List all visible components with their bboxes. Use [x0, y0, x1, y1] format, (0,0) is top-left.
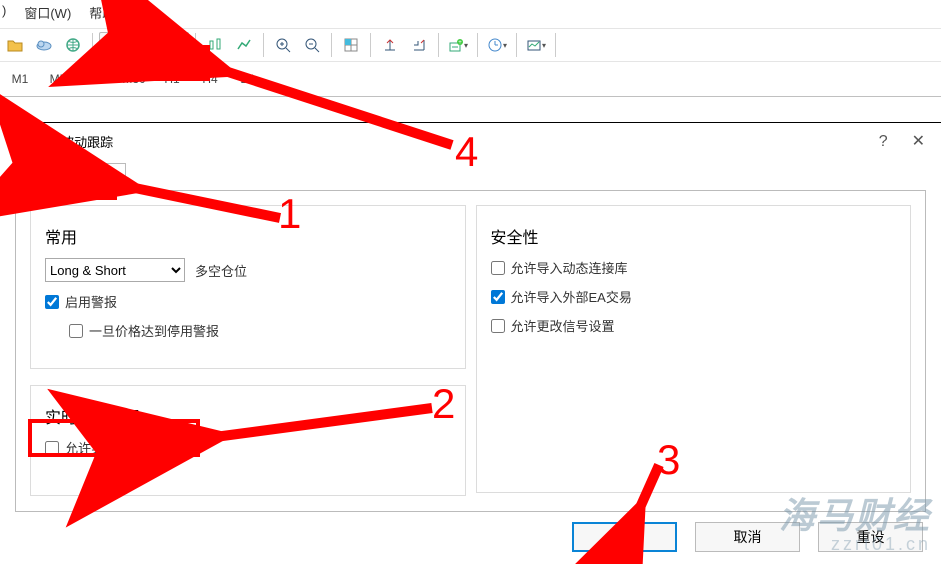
tf-d1[interactable]: D1	[230, 68, 266, 90]
tab-row: 关于 常用	[0, 160, 941, 190]
tab-general[interactable]: 常用	[70, 163, 126, 191]
allow-ext-ea-checkbox[interactable]: 允许导入外部EA交易	[491, 287, 632, 306]
menubar: ) 窗口(W) 帮助(H)	[0, 0, 941, 28]
tf-m15[interactable]: M15	[78, 68, 114, 90]
tf-h4[interactable]: H4	[192, 68, 228, 90]
ok-button[interactable]: 确定	[572, 522, 677, 552]
dialog-button-row: 确定 取消 重设	[572, 522, 923, 552]
cloud-icon[interactable]	[31, 32, 57, 58]
separator	[370, 33, 371, 57]
dialog-help-button[interactable]: ?	[879, 134, 888, 150]
menu-window[interactable]: 窗口(W)	[24, 3, 71, 22]
tf-m1[interactable]: M1	[2, 68, 38, 90]
shift-icon[interactable]	[377, 32, 403, 58]
separator	[438, 33, 439, 57]
combo-label: 多空仓位	[195, 261, 247, 280]
globe-icon[interactable]	[60, 32, 86, 58]
timeframe-bar: M1 M5 M15 M30 H1 H4 D1	[0, 62, 941, 97]
separator	[477, 33, 478, 57]
position-type-select[interactable]: Long & Short	[45, 258, 185, 282]
autotrade-stop-icon	[108, 37, 124, 53]
tf-h1[interactable]: H1	[154, 68, 190, 90]
right-column: 安全性 允许导入动态连接库 允许导入外部EA交易	[476, 205, 912, 497]
separator	[195, 33, 196, 57]
group-live-legend: 实时自动交易	[45, 410, 141, 427]
folder-icon[interactable]	[2, 32, 28, 58]
zoom-in-icon[interactable]	[270, 32, 296, 58]
zoom-out-icon[interactable]	[299, 32, 325, 58]
disable-alert-once-checkbox[interactable]: 一旦价格达到停用警报	[69, 321, 219, 340]
line-chart-icon[interactable]	[231, 32, 257, 58]
dialog-title: Expert - 波动跟踪	[12, 132, 113, 151]
allow-signal-checkbox[interactable]: 允许更改信号设置	[491, 316, 615, 335]
indicator-icon[interactable]: +▾	[445, 32, 471, 58]
dialog-titlebar: Expert - 波动跟踪 ? ✕	[0, 123, 941, 160]
tf-m5[interactable]: M5	[40, 68, 76, 90]
group-safety-legend: 安全性	[491, 230, 539, 247]
candles-icon[interactable]	[202, 32, 228, 58]
separator	[92, 33, 93, 57]
tf-m30[interactable]: M30	[116, 68, 152, 90]
template-icon[interactable]: ▾	[523, 32, 549, 58]
menu-help[interactable]: 帮助(H)	[89, 3, 133, 22]
group-common: 常用 Long & Short 多空仓位 启用警报 一旦	[30, 205, 466, 369]
period-icon[interactable]: ▾	[484, 32, 510, 58]
menubar-close-paren: )	[2, 3, 6, 22]
cancel-button[interactable]: 取消	[695, 522, 800, 552]
tile-icon[interactable]	[338, 32, 364, 58]
tab-about[interactable]: 关于	[14, 162, 70, 190]
autotrade-button[interactable]: 自动交易	[99, 32, 189, 58]
autotrade-label: 自动交易	[128, 36, 180, 55]
allow-live-trading-checkbox[interactable]: 允许实时自动交易	[45, 438, 169, 457]
expert-dialog: Expert - 波动跟踪 ? ✕ 关于 常用 常用 Long & Short …	[0, 122, 941, 564]
left-column: 常用 Long & Short 多空仓位 启用警报 一旦	[30, 205, 466, 497]
separator	[516, 33, 517, 57]
reset-button[interactable]: 重设	[818, 522, 923, 552]
group-common-legend: 常用	[45, 230, 77, 247]
separator	[263, 33, 264, 57]
group-safety: 安全性 允许导入动态连接库 允许导入外部EA交易	[476, 205, 912, 493]
separator	[555, 33, 556, 57]
main-toolbar: 自动交易 +▾ ▾ ▾	[0, 28, 941, 62]
dialog-panel: 常用 Long & Short 多空仓位 启用警报 一旦	[15, 190, 926, 512]
separator	[331, 33, 332, 57]
enable-alert-checkbox[interactable]: 启用警报	[45, 292, 117, 311]
group-live-trading: 实时自动交易 允许实时自动交易	[30, 385, 466, 496]
svg-text:+: +	[458, 40, 462, 46]
allow-dll-checkbox[interactable]: 允许导入动态连接库	[491, 258, 628, 277]
dialog-close-button[interactable]: ✕	[912, 134, 925, 150]
autoscroll-icon[interactable]	[406, 32, 432, 58]
